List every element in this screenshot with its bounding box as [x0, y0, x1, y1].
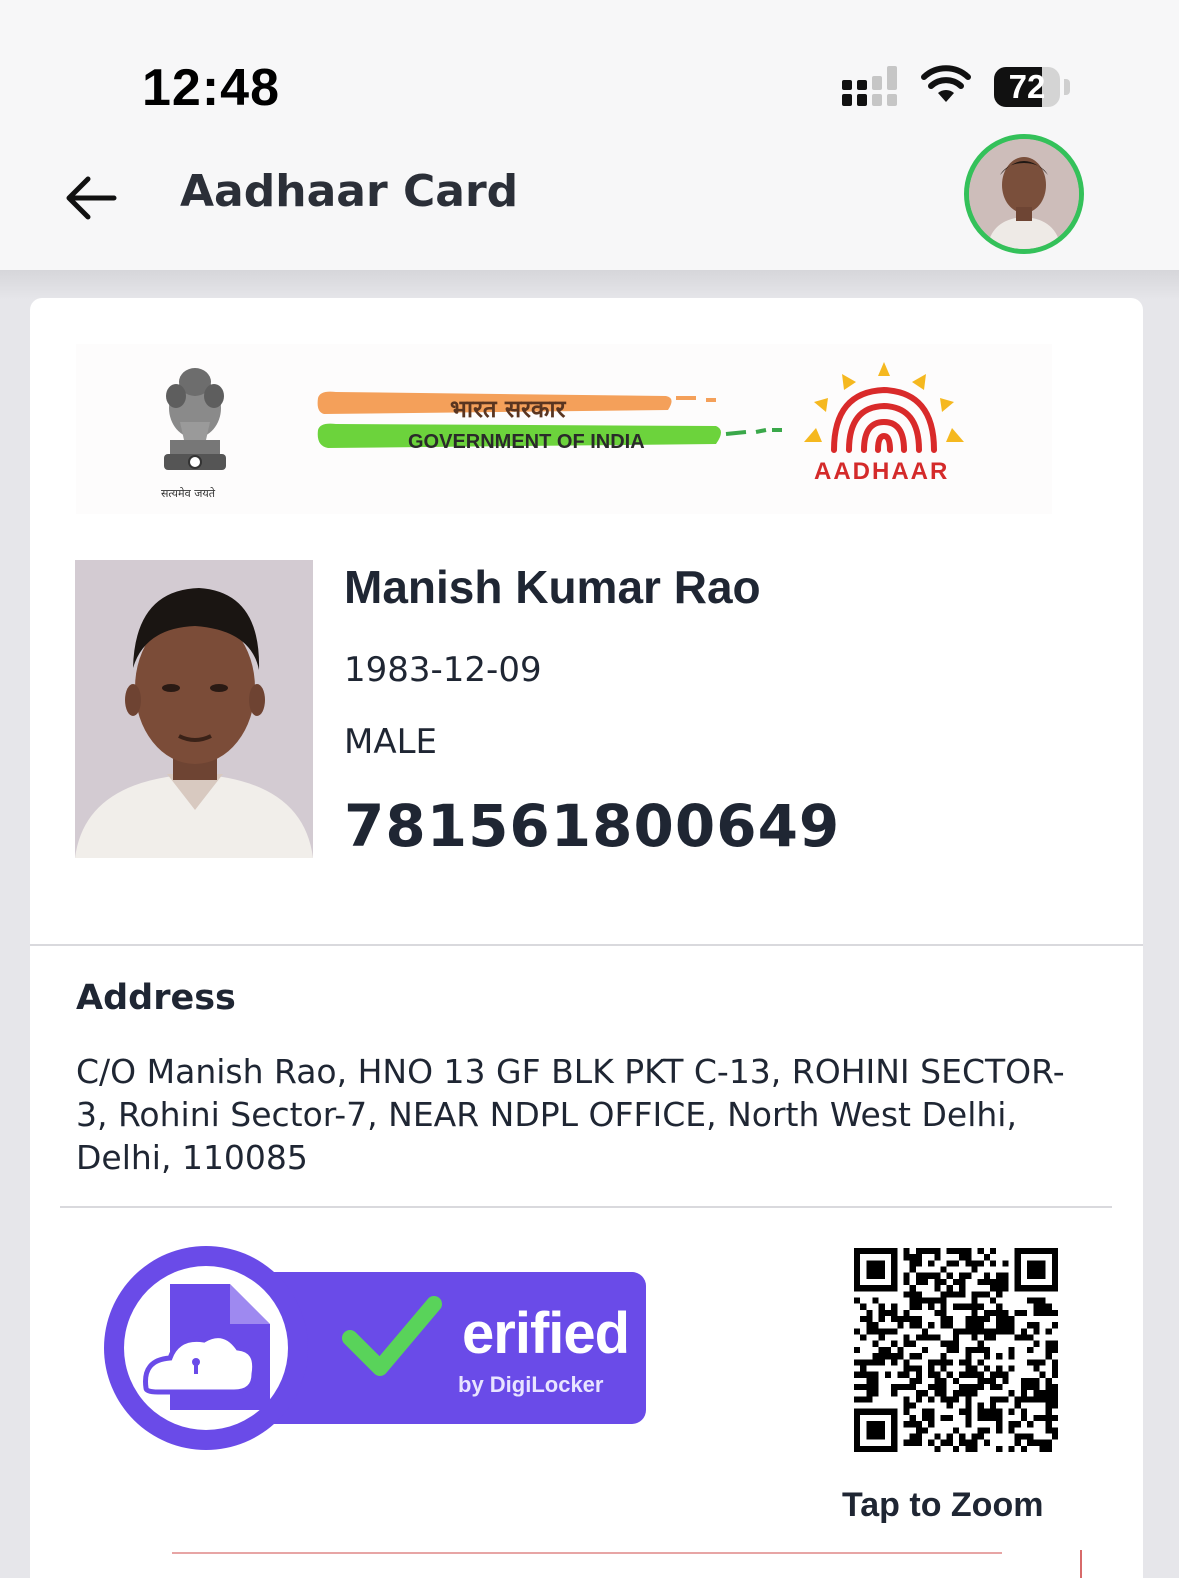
bottom-divider: [172, 1552, 1002, 1554]
national-emblem-icon: [164, 368, 226, 470]
government-title: GOVERNMENT OF INDIA: [408, 431, 645, 453]
emblem-motto: सत्यमेव जयते: [161, 487, 216, 500]
aadhaar-card: सत्यमेव जयते भारत सरकार GOVERNMENT OF IN…: [30, 298, 1143, 1578]
holder-photo: [75, 560, 313, 858]
status-time: 12:48: [142, 59, 280, 117]
profile-avatar[interactable]: [964, 134, 1084, 254]
divider: [60, 1206, 1112, 1208]
battery-icon: 72: [994, 67, 1060, 107]
address-text: C/O Manish Rao, HNO 13 GF BLK PKT C-13, …: [76, 1052, 1065, 1177]
government-banner: सत्यमेव जयते भारत सरकार GOVERNMENT OF IN…: [76, 344, 1052, 514]
holder-name: Manish Kumar Rao: [344, 561, 761, 613]
page-title: Aadhaar Card: [180, 166, 519, 217]
date-of-birth: 1983-12-09: [344, 650, 542, 690]
back-arrow-icon[interactable]: [60, 168, 120, 228]
verified-by-text: by DigiLocker: [458, 1372, 604, 1397]
header-shadow: [0, 270, 1179, 300]
battery-level: 72: [1008, 68, 1046, 105]
aadhaar-logo-text: AADHAAR: [814, 458, 950, 485]
wifi-icon: [921, 65, 971, 102]
qr-code[interactable]: [854, 1248, 1058, 1452]
battery-tip: [1064, 79, 1070, 95]
tap-to-zoom-button[interactable]: Tap to Zoom: [842, 1486, 1043, 1525]
holder-photo-image: [75, 560, 313, 858]
aadhaar-number: 781561800649: [344, 792, 841, 860]
avatar-image: [969, 139, 1079, 249]
verified-text: erified: [462, 1301, 630, 1366]
cellular-signal-icon: [842, 66, 897, 106]
aadhaar-logo-icon: [804, 362, 964, 453]
divider: [30, 944, 1143, 946]
gender: MALE: [344, 722, 438, 762]
hindi-title: भारत सरकार: [450, 394, 566, 423]
address-label: Address: [76, 978, 236, 1018]
status-bar: 12:48 72: [0, 0, 1179, 140]
app-header: Aadhaar Card: [0, 134, 1179, 270]
bottom-marker: [1080, 1550, 1082, 1578]
